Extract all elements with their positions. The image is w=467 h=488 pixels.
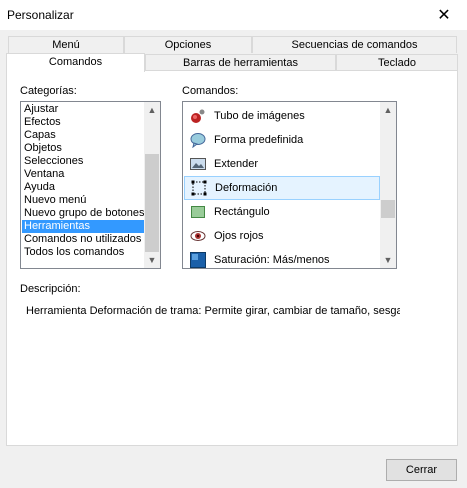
extend-icon xyxy=(190,156,206,172)
commands-scrollbar[interactable]: ▲ ▼ xyxy=(380,102,396,268)
command-item[interactable]: Tubo de imágenes xyxy=(184,104,380,128)
command-label: Ojos rojos xyxy=(214,230,264,242)
commands-listbox[interactable]: Tubo de imágenes Forma predefinida Extende… xyxy=(182,101,397,269)
command-item[interactable]: Rectángulo xyxy=(184,200,380,224)
scroll-up-arrow-icon[interactable]: ▲ xyxy=(380,102,396,118)
categories-label: Categorías: xyxy=(20,85,77,97)
command-item[interactable]: Extender xyxy=(184,152,380,176)
scroll-down-arrow-icon[interactable]: ▼ xyxy=(380,252,396,268)
categories-scrollbar[interactable]: ▲ ▼ xyxy=(144,102,160,268)
command-item[interactable]: Ojos rojos xyxy=(184,224,380,248)
deform-icon xyxy=(191,180,207,196)
red-eye-icon xyxy=(190,228,206,244)
saturation-icon xyxy=(190,252,206,268)
category-item[interactable]: Ventana xyxy=(22,168,144,181)
tab-scripts[interactable]: Secuencias de comandos xyxy=(252,36,457,53)
tab-menu[interactable]: Menú xyxy=(8,36,124,53)
command-label: Saturación: Más/menos xyxy=(214,254,330,266)
command-label: Forma predefinida xyxy=(214,134,304,146)
window-title: Personalizar xyxy=(7,8,74,22)
category-item[interactable]: Capas xyxy=(22,129,144,142)
command-item[interactable]: Saturación: Más/menos xyxy=(184,248,380,268)
close-button[interactable]: Cerrar xyxy=(386,459,457,481)
tab-options[interactable]: Opciones xyxy=(124,36,252,53)
scroll-thumb[interactable] xyxy=(145,154,159,252)
command-label: Tubo de imágenes xyxy=(214,110,305,122)
categories-listbox[interactable]: Ajustar Efectos Capas Objetos Selecciones Ven… xyxy=(20,101,161,269)
category-item[interactable]: Herramientas xyxy=(22,220,144,233)
category-item[interactable]: Comandos no utilizados xyxy=(22,233,144,246)
command-label: Extender xyxy=(214,158,259,170)
picture-tube-icon xyxy=(190,108,206,124)
category-item[interactable]: Efectos xyxy=(22,116,144,129)
category-item[interactable]: Nuevo grupo de botones xyxy=(22,207,144,220)
tab-commands[interactable]: Comandos xyxy=(6,53,145,72)
description-text: Herramienta Deformación de trama: Permit… xyxy=(26,305,400,317)
preset-shape-icon xyxy=(190,132,206,149)
scroll-thumb[interactable] xyxy=(381,200,395,218)
category-item[interactable]: Ajustar xyxy=(22,103,144,116)
close-window-button[interactable]: ✕ xyxy=(421,0,467,30)
title-bar: Personalizar ✕ xyxy=(0,0,467,30)
command-item[interactable]: Forma predefinida xyxy=(184,128,380,152)
tab-toolbars[interactable]: Barras de herramientas xyxy=(145,54,336,71)
commands-label: Comandos: xyxy=(182,85,239,97)
category-item[interactable]: Todos los comandos xyxy=(22,246,144,259)
command-label: Deformación xyxy=(215,182,278,194)
close-icon: ✕ xyxy=(437,7,451,24)
scroll-down-arrow-icon[interactable]: ▼ xyxy=(144,252,160,268)
category-item[interactable]: Nuevo menú xyxy=(22,194,144,207)
tab-keyboard[interactable]: Teclado xyxy=(336,54,458,71)
command-label: Rectángulo xyxy=(214,206,270,218)
category-item[interactable]: Objetos xyxy=(22,142,144,155)
rectangle-icon xyxy=(190,204,206,220)
category-item[interactable]: Selecciones xyxy=(22,155,144,168)
category-item[interactable]: Ayuda xyxy=(22,181,144,194)
description-label: Descripción: xyxy=(20,283,81,295)
scroll-up-arrow-icon[interactable]: ▲ xyxy=(144,102,160,118)
command-item[interactable]: Deformación xyxy=(184,176,380,200)
